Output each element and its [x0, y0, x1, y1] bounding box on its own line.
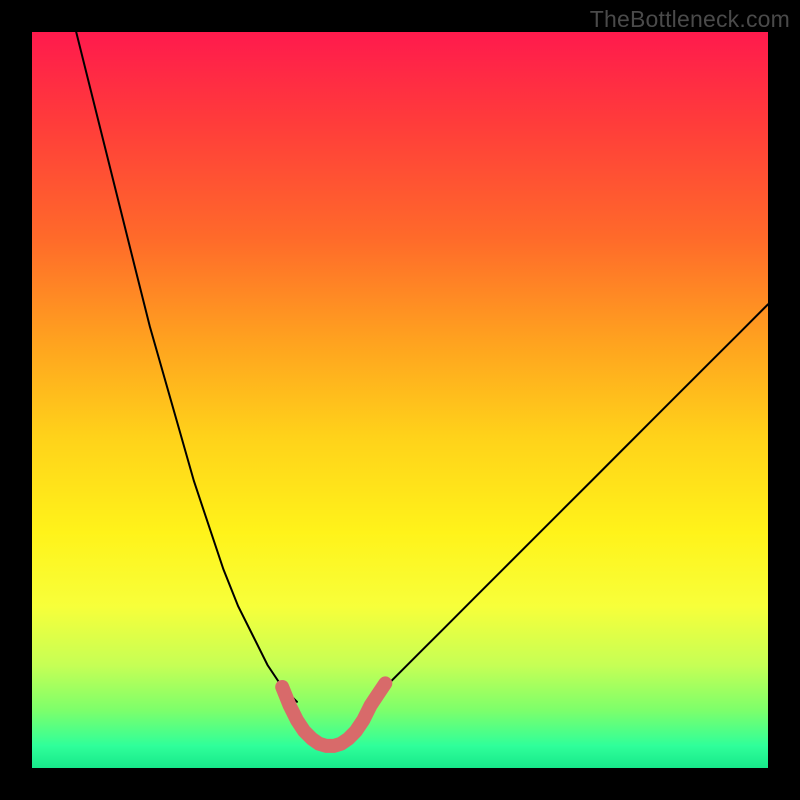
chart-frame: TheBottleneck.com	[0, 0, 800, 800]
bottleneck-curve-svg	[32, 32, 768, 768]
plot-area	[32, 32, 768, 768]
left-curve-black	[76, 32, 297, 702]
right-curve-black	[371, 304, 768, 702]
sweet-spot-pink	[282, 683, 385, 746]
watermark-text: TheBottleneck.com	[590, 6, 790, 33]
